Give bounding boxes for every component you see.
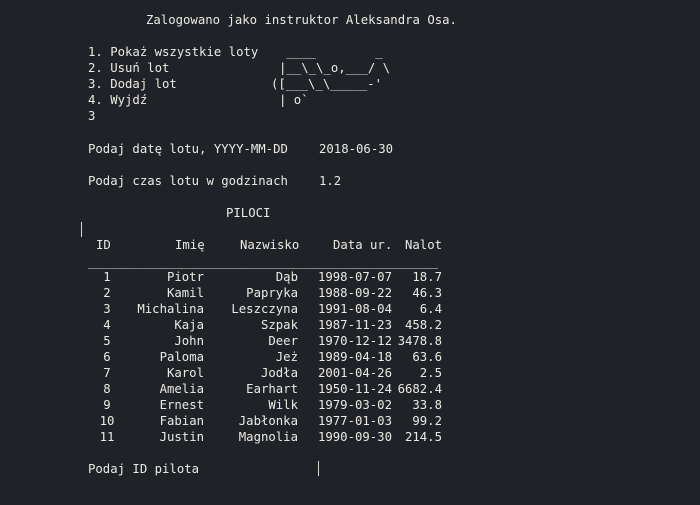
pilot-id-prompt-label: Podaj ID pilota [88, 462, 200, 476]
cell-flight-hours: 46.3 [412, 286, 442, 300]
time-prompt-value: 1.2 [319, 174, 342, 188]
cell-id: 4 [103, 318, 111, 332]
cell-birth-date: 1991-08-04 [317, 302, 392, 316]
cell-id: 10 [99, 414, 115, 428]
cell-flight-hours: 6682.4 [397, 382, 442, 396]
date-prompt-label: Podaj datę lotu, YYYY-MM-DD [88, 142, 288, 156]
cell-id: 8 [103, 382, 111, 396]
cell-birth-date: 1998-07-07 [317, 270, 392, 284]
cell-flight-hours: 33.8 [412, 398, 442, 412]
table-header-rule: ________________________________________… [88, 255, 438, 269]
table-header-last-name: Nazwisko [240, 238, 300, 252]
cell-id: 6 [103, 350, 111, 364]
date-prompt-value: 2018-06-30 [319, 142, 394, 156]
cell-first-name: Justin [159, 430, 204, 444]
cell-last-name: Jabłonka [238, 414, 298, 428]
cell-id: 9 [103, 398, 111, 412]
cell-last-name: Dąb [275, 270, 298, 284]
text-cursor[interactable] [318, 461, 319, 476]
cell-birth-date: 1987-11-23 [317, 318, 392, 332]
cell-first-name: Piotr [166, 270, 204, 284]
cell-id: 7 [103, 366, 111, 380]
cell-id: 5 [103, 334, 111, 348]
ascii-plane-line-2: |__\_\_o,___/ \ [279, 61, 391, 75]
cell-first-name: Kamil [166, 286, 204, 300]
table-header-first-name: Imię [175, 238, 205, 252]
cell-flight-hours: 6.4 [419, 302, 442, 316]
pilots-table-title: PILOCI [226, 206, 271, 220]
cell-last-name: Jeż [275, 350, 298, 364]
cell-first-name: Michalina [137, 302, 204, 316]
cell-last-name: Leszczyna [231, 302, 298, 316]
cell-first-name: Karol [166, 366, 204, 380]
cell-birth-date: 1990-09-30 [317, 430, 392, 444]
cell-last-name: Earhart [246, 382, 298, 396]
text-cursor-left [81, 222, 82, 237]
cell-id: 2 [103, 286, 111, 300]
menu-item-show-flights: 1. Pokaż wszystkie loty [88, 45, 259, 59]
ascii-plane-line-4: | o` [279, 93, 309, 107]
ascii-plane-line-1: ____ _ [279, 45, 383, 59]
cell-first-name: Kaja [174, 318, 204, 332]
cell-birth-date: 1979-03-02 [317, 398, 392, 412]
login-status-text: Zalogowano jako instruktor Aleksandra Os… [146, 13, 457, 27]
cell-birth-date: 2001-04-26 [317, 366, 392, 380]
cell-flight-hours: 3478.8 [397, 334, 442, 348]
cell-birth-date: 1950-11-24 [317, 382, 392, 396]
cell-first-name: Paloma [159, 350, 204, 364]
cell-last-name: Szpak [260, 318, 298, 332]
table-header-flight-hours: Nalot [405, 238, 443, 252]
cell-flight-hours: 214.5 [404, 430, 442, 444]
time-prompt-label: Podaj czas lotu w godzinach [88, 174, 288, 188]
cell-birth-date: 1989-04-18 [317, 350, 392, 364]
terminal-window[interactable]: Zalogowano jako instruktor Aleksandra Os… [0, 0, 700, 505]
cell-last-name: Papryka [246, 286, 298, 300]
table-header-birth-date: Data ur. [333, 238, 393, 252]
cell-id: 11 [99, 430, 115, 444]
ascii-plane-line-3: ([___\_\_____-' [271, 77, 383, 91]
cell-flight-hours: 63.6 [412, 350, 442, 364]
cell-last-name: Magnolia [238, 430, 298, 444]
menu-item-delete-flight: 2. Usuń lot [88, 61, 170, 75]
cell-last-name: Deer [268, 334, 298, 348]
cell-first-name: Amelia [159, 382, 204, 396]
cell-id: 3 [103, 302, 111, 316]
cell-birth-date: 1977-01-03 [317, 414, 392, 428]
cell-first-name: John [174, 334, 204, 348]
cell-flight-hours: 99.2 [412, 414, 442, 428]
cell-first-name: Ernest [159, 398, 204, 412]
menu-item-exit: 4. Wyjdź [88, 93, 148, 107]
menu-choice-input: 3 [88, 109, 96, 123]
cell-id: 1 [103, 270, 111, 284]
table-header-id: ID [96, 238, 111, 252]
cell-last-name: Jodła [260, 366, 298, 380]
menu-item-add-flight: 3. Dodaj lot [88, 77, 177, 91]
cell-first-name: Fabian [159, 414, 204, 428]
cell-birth-date: 1988-09-22 [317, 286, 392, 300]
cell-flight-hours: 458.2 [404, 318, 442, 332]
cell-flight-hours: 2.5 [419, 366, 442, 380]
cell-birth-date: 1970-12-12 [317, 334, 392, 348]
cell-flight-hours: 18.7 [412, 270, 442, 284]
cell-last-name: Wilk [268, 398, 298, 412]
